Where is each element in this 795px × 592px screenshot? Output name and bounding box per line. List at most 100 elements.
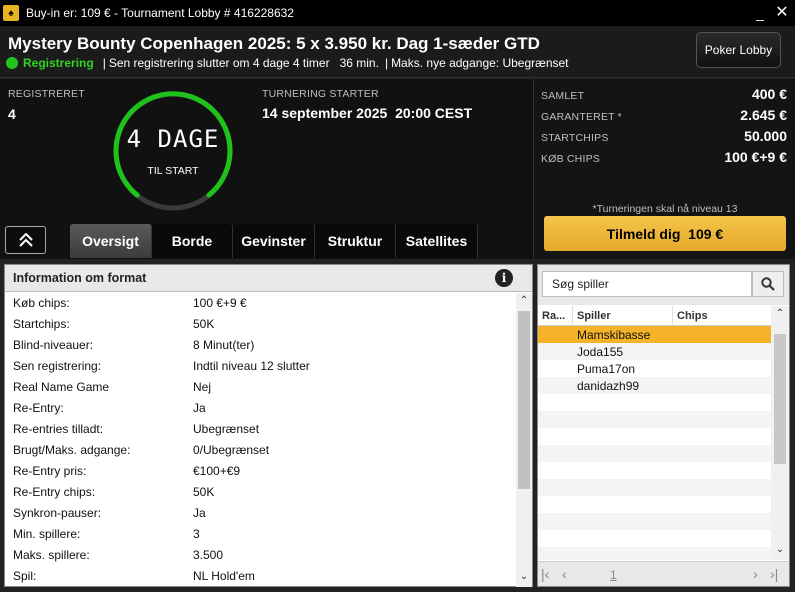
format-value: Ja: [193, 506, 206, 520]
last-page-icon[interactable]: ›|: [770, 566, 778, 582]
player-name: danidazh99: [577, 379, 640, 393]
poker-lobby-button[interactable]: Poker Lobby: [696, 32, 781, 68]
column-divider: [672, 306, 673, 326]
chevron-down-icon[interactable]: ⌄: [771, 544, 789, 555]
status-row: Registrering | Sen registrering slutter …: [6, 56, 569, 70]
registered-label: REGISTRERET: [8, 88, 85, 100]
page-number[interactable]: 1: [610, 568, 617, 582]
scrollbar-thumb[interactable]: [774, 334, 786, 464]
format-value: 100 €+9 €: [193, 296, 247, 310]
format-key: Re-Entry chips:: [13, 485, 96, 499]
collapse-button[interactable]: [5, 226, 46, 254]
player-row[interactable]: Puma17on: [538, 360, 771, 377]
column-chips[interactable]: Chips: [677, 310, 708, 322]
registered-count: 4: [8, 106, 16, 122]
scrollbar-thumb[interactable]: [518, 311, 530, 489]
start-datetime: 14 september 2025 20:00 CEST: [262, 105, 473, 121]
stat-label: STARTCHIPS: [541, 132, 609, 144]
player-table-body: Mamskibasse Joda155 Puma17on danidazh99: [538, 326, 771, 560]
max-entries-text: Maks. nye adgange: Ubegrænset: [391, 56, 569, 70]
empty-row: [538, 462, 771, 479]
double-chevron-up-icon: [18, 233, 33, 247]
format-row: Blind-niveauer: 8 Minut(ter): [5, 335, 516, 356]
format-key: Spil:: [13, 569, 37, 583]
column-player[interactable]: Spiller: [577, 310, 611, 322]
format-row: Spil: NL Hold'em: [5, 566, 516, 587]
stat-buy-chips: KØB CHIPS 100 €+9 €: [541, 149, 787, 165]
format-key: Re-Entry pris:: [13, 464, 87, 478]
format-key: Real Name Game: [13, 380, 110, 394]
format-key: Sen registrering:: [13, 359, 102, 373]
format-value: 50K: [193, 317, 215, 331]
tab-tables[interactable]: Borde: [152, 224, 233, 258]
player-list-panel: Ra... Spiller Chips Mamskibasse Joda155 …: [537, 264, 790, 587]
empty-row: [538, 547, 771, 560]
player-row[interactable]: Joda155: [538, 343, 771, 360]
info-icon[interactable]: i: [495, 269, 513, 287]
separator: |: [102, 56, 106, 70]
register-button[interactable]: Tilmeld dig 109 €: [544, 216, 786, 251]
column-divider: [572, 306, 573, 326]
tab-satellites[interactable]: Satellites: [396, 224, 478, 258]
player-row[interactable]: danidazh99: [538, 377, 771, 394]
format-key: Maks. spillere:: [13, 548, 90, 562]
player-search-input[interactable]: [542, 271, 752, 297]
format-value: €100+€9: [193, 464, 241, 478]
format-value: 0/Ubegrænset: [193, 443, 270, 457]
format-key: Køb chips:: [13, 296, 70, 310]
tab-structure[interactable]: Struktur: [315, 224, 396, 258]
minimize-button[interactable]: _: [751, 4, 769, 22]
format-value: Ja: [193, 401, 206, 415]
app-logo-icon: ♠: [3, 5, 19, 21]
format-value: Indtil niveau 12 slutter: [193, 359, 310, 373]
format-row: Maks. spillere: 3.500: [5, 545, 516, 566]
player-table-header: Ra... Spiller Chips: [538, 306, 771, 326]
status-dot-icon: [6, 57, 18, 69]
player-row[interactable]: Mamskibasse: [538, 326, 771, 343]
stat-value: 2.645 €: [740, 107, 787, 123]
empty-row: [538, 411, 771, 428]
tab-prizes[interactable]: Gevinster: [233, 224, 315, 258]
format-row: Køb chips: 100 €+9 €: [5, 293, 516, 314]
tournament-header: Mystery Bounty Copenhagen 2025: 5 x 3.95…: [0, 26, 795, 78]
format-row: Sen registrering: Indtil niveau 12 slutte…: [5, 356, 516, 377]
chevron-up-icon[interactable]: ⌃: [771, 308, 789, 319]
format-title: Information om format: [13, 271, 147, 285]
empty-row: [538, 394, 771, 411]
chevron-down-icon[interactable]: ⌄: [516, 571, 532, 582]
format-row: Re-Entry chips: 50K: [5, 482, 516, 503]
chevron-up-icon[interactable]: ⌃: [516, 295, 532, 306]
search-icon: [761, 277, 775, 291]
player-scrollbar[interactable]: ⌃ ⌄: [771, 306, 789, 560]
format-value: NL Hold'em: [193, 569, 255, 583]
column-rank[interactable]: Ra...: [542, 310, 565, 322]
next-page-icon[interactable]: ›: [753, 566, 758, 582]
player-name: Joda155: [577, 345, 624, 359]
empty-row: [538, 496, 771, 513]
countdown-value: 4 DAGE: [126, 125, 220, 153]
stat-label: KØB CHIPS: [541, 153, 600, 165]
tab-overview[interactable]: Oversigt: [70, 224, 152, 258]
prev-page-icon[interactable]: ‹: [562, 566, 567, 582]
format-key: Blind-niveauer:: [13, 338, 94, 352]
separator: |: [384, 56, 389, 70]
stat-value: 100 €+9 €: [724, 149, 787, 165]
late-registration-text: Sen registrering slutter om 4 dage 4 tim…: [108, 56, 379, 70]
format-key: Re-Entry:: [13, 401, 64, 415]
close-button[interactable]: ✕: [773, 4, 791, 22]
registration-status: Registrering: [23, 56, 94, 70]
format-value: 3.500: [193, 548, 224, 562]
format-value: 50K: [193, 485, 215, 499]
player-name: Mamskibasse: [577, 328, 651, 342]
format-key: Brugt/Maks. adgange:: [13, 443, 131, 457]
format-header: Information om format i: [5, 265, 532, 292]
first-page-icon[interactable]: |‹: [541, 566, 549, 582]
empty-row: [538, 445, 771, 462]
stat-label: SAMLET: [541, 90, 585, 102]
search-button[interactable]: [752, 271, 784, 297]
format-scrollbar[interactable]: ⌃ ⌄: [516, 293, 532, 587]
pagination: |‹ ‹ 1 › ›|: [538, 561, 789, 586]
format-row: Synkron-pauser: Ja: [5, 503, 516, 524]
format-info-panel: Information om format i Køb chips: 100 €+…: [4, 264, 533, 587]
format-row: Brugt/Maks. adgange: 0/Ubegrænset: [5, 440, 516, 461]
